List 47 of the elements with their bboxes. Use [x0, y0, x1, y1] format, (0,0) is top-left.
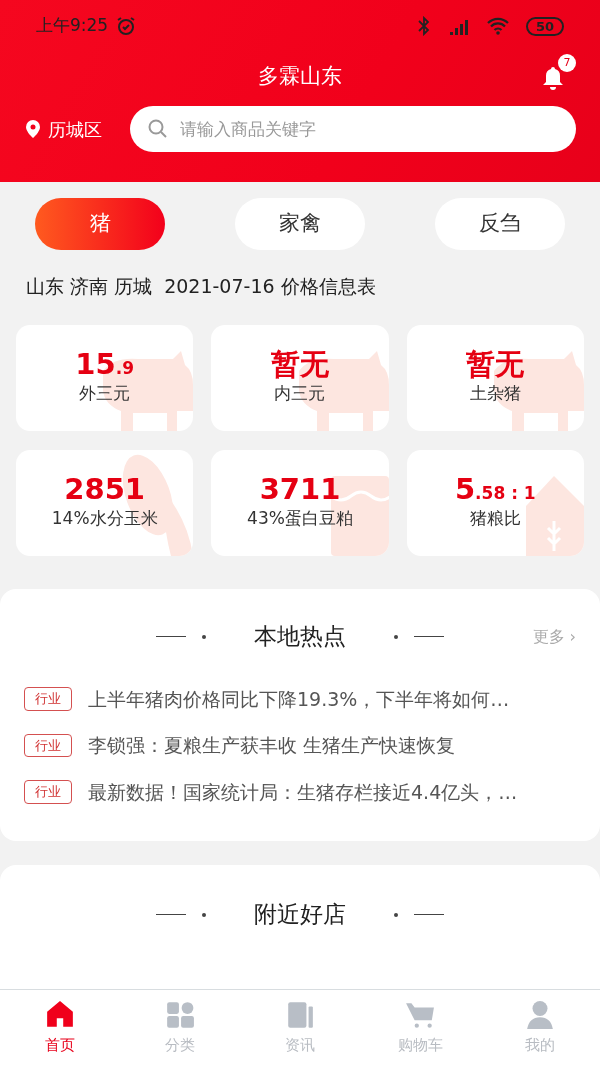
notification-badge: 7 — [558, 54, 576, 72]
price-value: 5.58 : 1 — [454, 473, 536, 506]
bell-icon[interactable] — [542, 66, 564, 90]
price-label: 43%蛋白豆粕 — [247, 506, 353, 530]
person-icon — [525, 1000, 555, 1031]
grid-icon — [165, 1000, 195, 1031]
price-card[interactable]: 2851 14%水分玉米 — [16, 449, 194, 556]
category-tab[interactable]: 猪 — [35, 198, 165, 250]
price-value: 3711 — [259, 473, 341, 506]
category-tab[interactable]: 反刍 — [435, 198, 565, 250]
price-value: 2851 — [64, 473, 145, 506]
section-title: 本地热点 — [254, 622, 346, 652]
price-value: 暂无 — [271, 348, 329, 381]
price-table-heading: 山东 济南 历城 2021-07-16 价格信息表 — [25, 274, 377, 299]
price-label: 内三元 — [274, 381, 326, 405]
price-card[interactable]: 3711 43%蛋白豆粕 — [211, 449, 389, 556]
price-card[interactable]: 暂无 土杂猪 — [406, 324, 584, 431]
category-tab[interactable]: 家禽 — [235, 198, 365, 250]
news-headline[interactable]: 李锁强：夏粮生产获丰收 生猪生产快速恢复 — [88, 731, 456, 760]
section-title: 附近好店 — [254, 900, 346, 930]
document-icon — [285, 1000, 315, 1031]
app-title: 多霖山东 — [258, 63, 342, 91]
news-tag: 行业 — [24, 733, 72, 757]
wifi-icon — [485, 16, 510, 36]
nav-tab[interactable]: 首页 — [0, 990, 120, 1067]
price-label: 猪粮比 — [469, 506, 521, 530]
price-card[interactable]: 暂无 内三元 — [211, 324, 389, 431]
location-label[interactable]: 历城区 — [48, 115, 102, 143]
price-card[interactable]: 15.9 外三元 — [16, 324, 194, 431]
search-field[interactable]: 请输入商品关键字 — [130, 106, 576, 152]
news-tag: 行业 — [24, 687, 72, 711]
news-tag: 行业 — [24, 780, 72, 804]
price-value: 15.9 — [75, 348, 134, 381]
price-label: 外三元 — [79, 381, 131, 405]
battery-level: 50 — [525, 16, 564, 36]
price-label: 土杂猪 — [469, 381, 521, 405]
price-card[interactable]: 5.58 : 1 猪粮比 — [406, 449, 584, 556]
price-value: 暂无 — [466, 348, 525, 381]
news-headline[interactable]: 上半年猪肉价格同比下降19.3%，下半年将如何… — [88, 684, 510, 713]
price-label: 14%水分玉米 — [51, 506, 158, 530]
bluetooth-icon — [417, 16, 430, 36]
alarm-icon — [116, 16, 137, 36]
cart-icon — [405, 1000, 435, 1031]
search-icon — [148, 119, 168, 139]
status-time: 上午9:25 — [36, 14, 109, 38]
news-headline[interactable]: 最新数据！国家统计局：生猪存栏接近4.4亿头，… — [88, 777, 518, 806]
location-pin-icon — [26, 120, 40, 138]
